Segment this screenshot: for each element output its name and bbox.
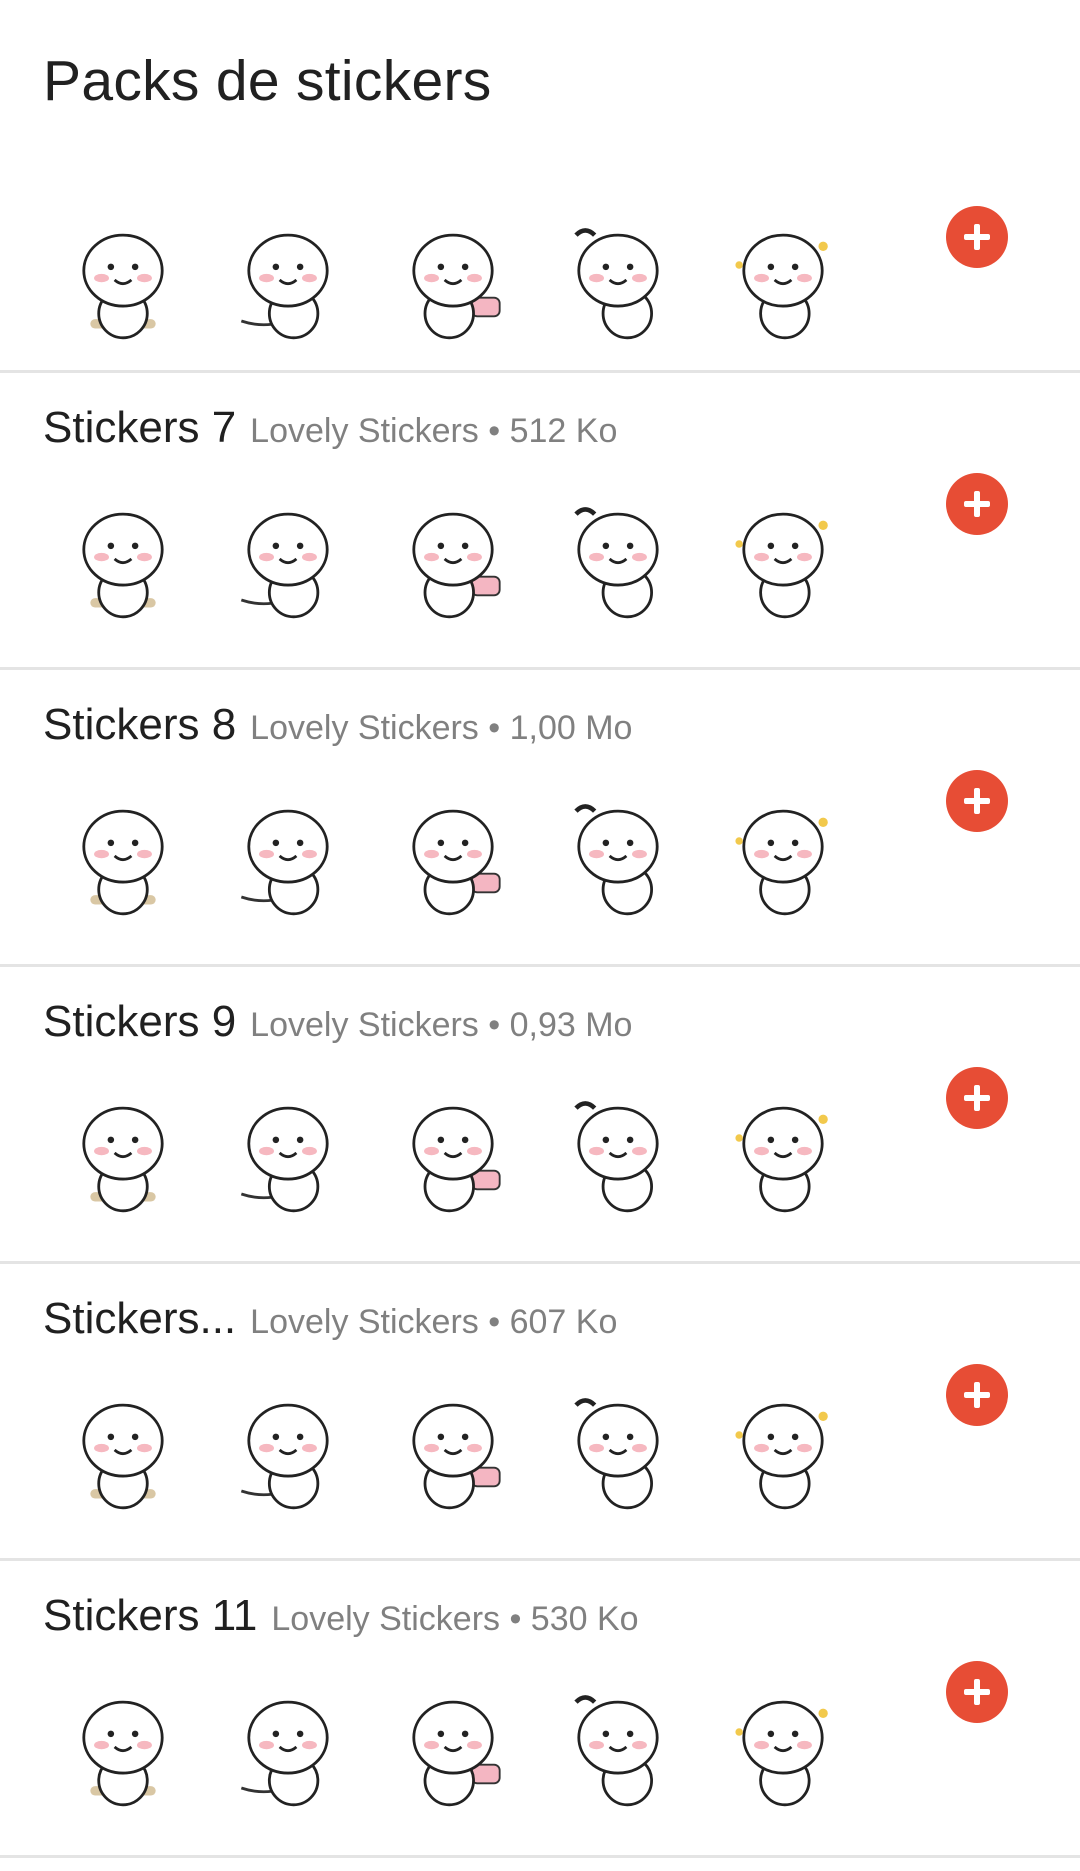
pack-meta: Lovely Stickers • 0,93 Mo [250,1006,633,1044]
popcorn-sticker [700,1077,865,1227]
stool-sad-sticker [535,1374,700,1524]
plus-icon [964,788,990,814]
lounging-sticker [205,204,370,354]
cushion-sticker [700,1671,865,1821]
no-megaphone-sticker [370,780,535,930]
sparkle-sticker [205,1077,370,1227]
keyboard-sticker [370,1671,535,1821]
pack-title: Stickers... Lovely Stickers • 607 Ko [43,1294,617,1344]
stool-sticker [370,1077,535,1227]
yes-sir-sticker [205,780,370,930]
blanket-sticker [535,1671,700,1821]
pack-meta: Lovely Stickers • 530 Ko [271,1600,639,1638]
pack-meta: Lovely Stickers • 512 Ko [250,412,618,450]
pack-name: Stickers 11 [43,1591,258,1640]
thinking-sticker [535,780,700,930]
helmet-scooter-sticker [40,204,205,354]
bunny-hat-sticker [700,483,865,633]
plus-icon [964,1382,990,1408]
sticker-pack-row[interactable]: Stickers 11 Lovely Stickers • 530 Ko [0,1561,1080,1858]
headphones-sticker [40,1671,205,1821]
plus-icon [964,491,990,517]
sticker-pack-row[interactable] [0,170,1080,373]
laugh-sticker [40,780,205,930]
pack-title: Stickers 9 Lovely Stickers • 0,93 Mo [43,997,632,1047]
app-header: Packs de stickers [0,0,1080,170]
add-pack-button[interactable] [946,1067,1008,1129]
plus-icon [964,1085,990,1111]
pack-name: Stickers 7 [43,403,237,452]
pack-name: Stickers 9 [43,997,237,1046]
peek-heart-sticker [205,1671,370,1821]
pack-meta: Lovely Stickers • 1,00 Mo [250,709,633,747]
lounging-sticker-2 [370,204,535,354]
hug-sticker [700,780,865,930]
small-sticker [205,1374,370,1524]
sticker-thumbnails [40,1077,865,1227]
headphones-sticker [40,1077,205,1227]
sticker-pack-row[interactable]: Stickers 7 Lovely Stickers • 512 Ko [0,373,1080,670]
add-pack-button[interactable] [946,1364,1008,1426]
add-pack-button[interactable] [946,206,1008,268]
lying-sticker [535,204,700,354]
pack-title: Stickers 8 Lovely Stickers • 1,00 Mo [43,700,632,750]
pack-meta: Lovely Stickers • 607 Ko [250,1303,618,1341]
plus-icon [964,1679,990,1705]
sticker-pack-row[interactable]: Stickers 8 Lovely Stickers • 1,00 Mo [0,670,1080,967]
sticker-thumbnails [40,1374,865,1524]
pack-title: Stickers 11 Lovely Stickers • 530 Ko [43,1591,639,1641]
sticker-pack-row[interactable]: Stickers 9 Lovely Stickers • 0,93 Mo [0,967,1080,1264]
lounging-sticker [370,483,535,633]
sticker-thumbnails [40,483,865,633]
smile-sticker [700,1374,865,1524]
pack-name: Stickers 8 [43,700,237,749]
sticker-thumbnails [40,204,865,354]
love-sticker [700,204,865,354]
sticker-thumbnails [40,780,865,930]
add-pack-button[interactable] [946,1661,1008,1723]
shy-sticker [535,1077,700,1227]
sticker-pack-row[interactable]: Stickers... Lovely Stickers • 607 Ko [0,1264,1080,1561]
page-title: Packs de stickers [43,49,492,113]
plus-icon [964,224,990,250]
tv-sticker [205,483,370,633]
kiss-sticker [40,1374,205,1524]
sticker-thumbnails [40,1671,865,1821]
sleepy-sticker [370,1374,535,1524]
pack-name: Stickers... [43,1294,237,1343]
pillow-sticker [535,483,700,633]
phone-call-sticker [40,483,205,633]
add-pack-button[interactable] [946,770,1008,832]
sticker-pack-list: Stickers 7 Lovely Stickers • 512 Ko Stic… [0,170,1080,1858]
pack-title: Stickers 7 Lovely Stickers • 512 Ko [43,403,617,453]
add-pack-button[interactable] [946,473,1008,535]
